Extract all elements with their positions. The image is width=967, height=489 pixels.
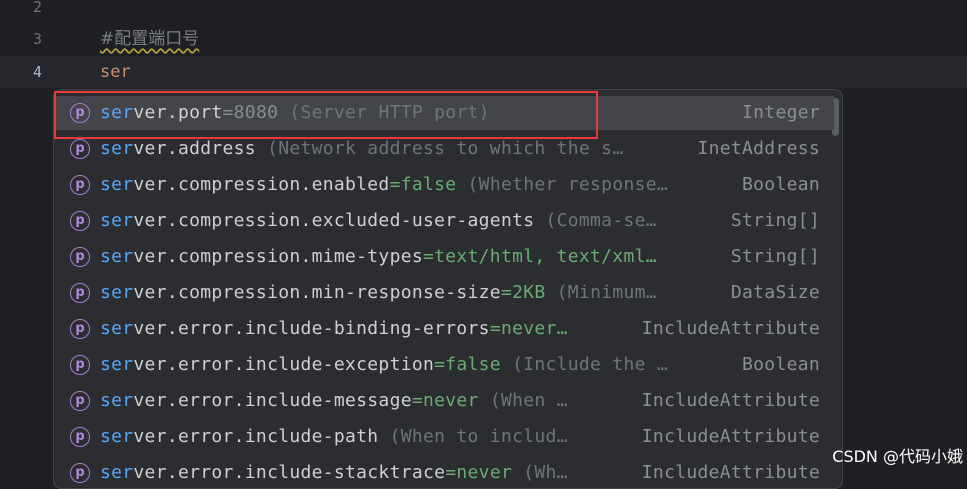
property-icon: p — [70, 283, 90, 303]
comment-text: #配置端口号 — [100, 29, 200, 49]
completion-item[interactable]: p server.error.include-binding-errors=nev… — [54, 312, 834, 346]
completion-match-prefix: ser — [100, 318, 134, 339]
completion-match-prefix: ser — [100, 462, 134, 483]
annotation-highlight-box — [54, 91, 598, 139]
completion-type: IncludeAttribute — [641, 390, 820, 411]
completion-property-name: ver.error.include-message — [133, 390, 412, 411]
completion-match-prefix: ser — [100, 390, 134, 411]
completion-description: (When … — [478, 390, 568, 411]
completion-type: String[] — [730, 210, 820, 231]
current-line-highlight — [0, 56, 967, 88]
completion-type: IncludeAttribute — [641, 462, 820, 483]
completion-type: IncludeAttribute — [641, 426, 820, 447]
completion-item[interactable]: p server.error.include-path (When to incl… — [54, 420, 834, 454]
completion-property-name: ver.address — [133, 138, 256, 159]
completion-default-value: =never… — [489, 318, 568, 339]
completion-type: DataSize — [730, 282, 820, 303]
completion-type: InetAddress — [697, 138, 820, 159]
property-icon: p — [70, 139, 90, 159]
completion-description: (When to includ… — [378, 426, 568, 447]
completion-item[interactable]: p server.compression.min-response-size=2K… — [54, 276, 834, 310]
completion-property-name: ver.error.include-stacktrace — [133, 462, 446, 483]
line-number: 3 — [32, 30, 42, 48]
completion-property-name: ver.compression.excluded-user-agents — [133, 210, 535, 231]
completion-match-prefix: ser — [100, 174, 134, 195]
completion-item-text: server.compression.min-response-size=2KB… — [100, 276, 657, 310]
property-icon: p — [70, 319, 90, 339]
completion-item-text: server.compression.mime-types=text/html,… — [100, 240, 657, 274]
completion-description: (Network address to which the s… — [255, 138, 624, 159]
property-icon: p — [70, 391, 90, 411]
property-icon: p — [70, 211, 90, 231]
completion-default-value: =2KB — [500, 282, 546, 303]
completion-type: Boolean — [742, 174, 820, 195]
completion-default-value: =text/html, text/xml… — [422, 246, 657, 267]
completion-match-prefix: ser — [100, 138, 134, 159]
completion-default-value: =false — [389, 174, 457, 195]
completion-description: (Wh… — [512, 462, 568, 483]
completion-match-prefix: ser — [100, 210, 134, 231]
completion-item[interactable]: p server.compression.excluded-user-agents… — [54, 204, 834, 238]
completion-item[interactable]: p server.compression.mime-types=text/html… — [54, 240, 834, 274]
watermark: CSDN @代码小娥 — [832, 447, 963, 466]
completion-item-text: server.error.include-message=never (When… — [100, 384, 568, 418]
completion-type: Boolean — [742, 354, 820, 375]
completion-description: (Include the … — [500, 354, 669, 375]
line-number-current: 4 — [32, 63, 42, 81]
completion-property-name: ver.compression.min-response-size — [133, 282, 501, 303]
completion-item-text: server.compression.excluded-user-agents … — [100, 204, 657, 238]
property-icon: p — [70, 175, 90, 195]
completion-item-text: server.error.include-binding-errors=neve… — [100, 312, 568, 346]
completion-default-value: =never — [411, 390, 479, 411]
completion-description: (Comma-se… — [534, 210, 657, 231]
completion-description: (Minimum… — [545, 282, 657, 303]
completion-property-name: ver.error.include-binding-errors — [133, 318, 490, 339]
completion-type: Integer — [742, 102, 820, 123]
completion-description: (Whether response… — [456, 174, 669, 195]
completion-property-name: ver.error.include-path — [133, 426, 379, 447]
completion-item-text: server.error.include-path (When to inclu… — [100, 420, 568, 454]
code-completion-popup[interactable]: p server.port=8080 (Server HTTP port) Inte… — [53, 89, 843, 489]
completion-default-value: =never — [445, 462, 513, 483]
completion-property-name: ver.compression.mime-types — [133, 246, 423, 267]
code-line-comment[interactable]: #配置端口号 — [100, 23, 199, 55]
completion-default-value: =false — [434, 354, 501, 375]
completion-item[interactable]: p server.error.include-message=never (Whe… — [54, 384, 834, 418]
typed-text: ser — [100, 62, 131, 82]
completion-item[interactable]: p server.error.include-stacktrace=never (… — [54, 456, 834, 488]
completion-item-text: server.compression.enabled=false (Whethe… — [100, 168, 668, 202]
completion-match-prefix: ser — [100, 354, 134, 375]
property-icon: p — [70, 427, 90, 447]
line-number: 2 — [32, 0, 42, 16]
completion-item[interactable]: p server.compression.enabled=false (Wheth… — [54, 168, 834, 202]
completion-type: String[] — [730, 246, 820, 267]
completion-item-text: server.error.include-stacktrace=never (W… — [100, 456, 568, 488]
property-icon: p — [70, 355, 90, 375]
property-icon: p — [70, 247, 90, 267]
line-number-gutter: 2 3 4 — [0, 0, 58, 475]
completion-item[interactable]: p server.error.include-exception=false (I… — [54, 348, 834, 382]
completion-property-name: ver.error.include-exception — [133, 354, 435, 375]
property-icon: p — [70, 463, 90, 483]
completion-match-prefix: ser — [100, 282, 134, 303]
completion-match-prefix: ser — [100, 246, 134, 267]
completion-property-name: ver.compression.enabled — [133, 174, 390, 195]
completion-type: IncludeAttribute — [641, 318, 820, 339]
completion-match-prefix: ser — [100, 426, 134, 447]
completion-item-text: server.error.include-exception=false (In… — [100, 348, 668, 382]
code-line-typed[interactable]: ser — [100, 56, 131, 88]
